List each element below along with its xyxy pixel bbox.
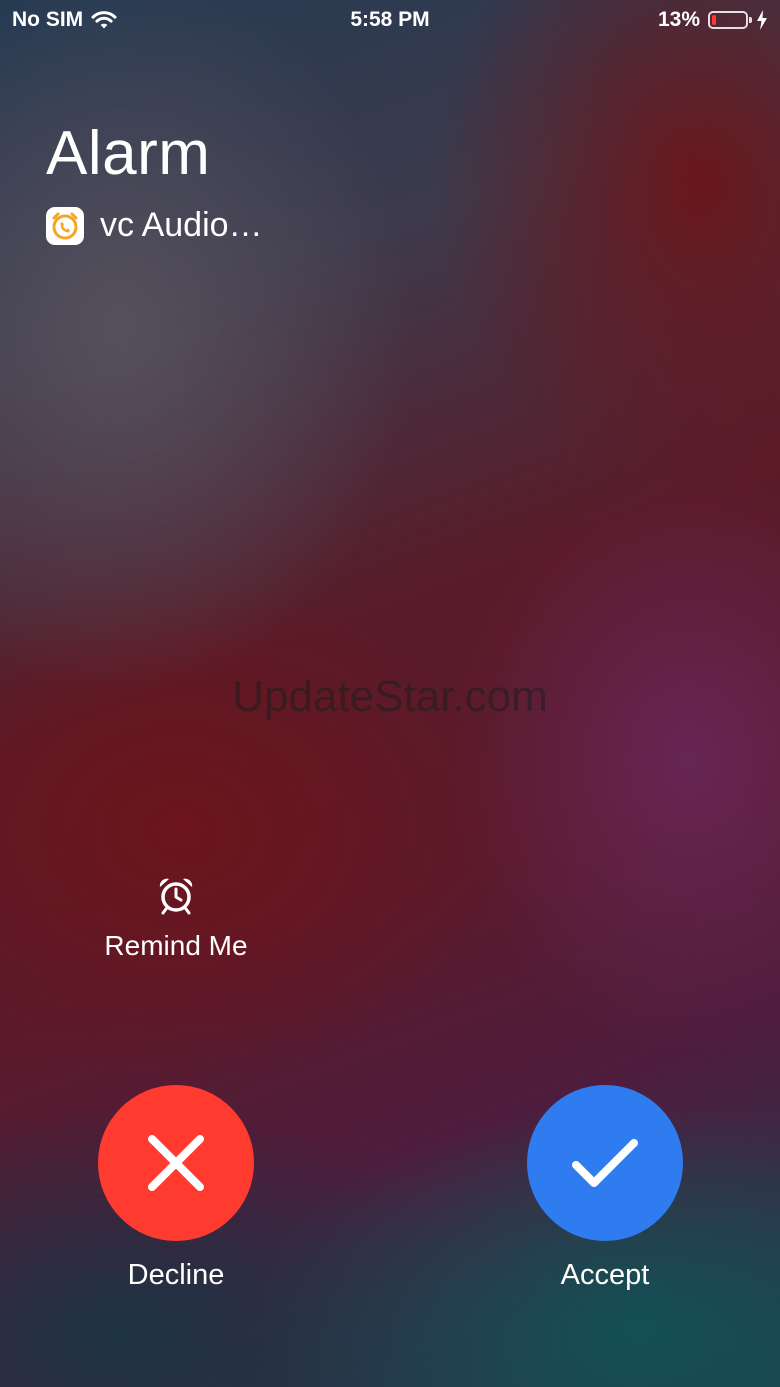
checkmark-icon bbox=[572, 1139, 638, 1187]
close-icon bbox=[148, 1135, 204, 1191]
alarm-phone-app-icon bbox=[46, 206, 84, 245]
battery-level-fill bbox=[712, 15, 716, 25]
accept-label: Accept bbox=[560, 1259, 650, 1291]
call-title: Alarm bbox=[46, 119, 211, 188]
status-right: 13% bbox=[658, 8, 768, 32]
watermark: UpdateStar.com bbox=[232, 672, 548, 721]
accept-action: Accept bbox=[527, 1085, 683, 1292]
battery-icon bbox=[708, 11, 752, 29]
status-bar: No SIM 5:58 PM 13% bbox=[0, 0, 780, 40]
charging-bolt-icon bbox=[757, 10, 767, 30]
decline-label: Decline bbox=[127, 1259, 225, 1291]
alarm-clock-icon bbox=[159, 878, 193, 915]
accept-button[interactable] bbox=[527, 1085, 683, 1241]
app-name: vc Audio… bbox=[100, 206, 263, 244]
app-source-row: vc Audio… bbox=[46, 206, 263, 245]
remind-me-button[interactable]: Remind Me bbox=[100, 876, 252, 962]
decline-button[interactable] bbox=[98, 1085, 254, 1241]
decline-action: Decline bbox=[98, 1085, 254, 1292]
remind-me-label: Remind Me bbox=[104, 930, 248, 961]
battery-percent: 13% bbox=[657, 8, 700, 31]
